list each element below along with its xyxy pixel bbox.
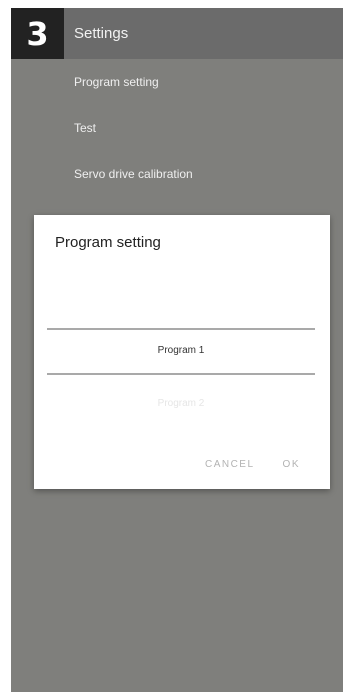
app-bar: 3 Settings xyxy=(11,8,343,59)
page-title: Settings xyxy=(74,25,129,42)
cancel-button[interactable]: CANCEL xyxy=(205,459,255,470)
program-setting-dialog: Program setting Program 1 Program 2 CANC… xyxy=(34,215,330,489)
step-number-badge: 3 xyxy=(11,8,64,59)
picker-divider-bottom xyxy=(47,373,315,375)
picker-divider-top xyxy=(47,328,315,330)
phone-screen: 3 Settings Program setting Test Servo dr… xyxy=(11,8,343,692)
picker-option-selected[interactable]: Program 1 xyxy=(47,345,315,356)
menu-item-program-setting[interactable]: Program setting xyxy=(11,59,343,105)
menu-item-servo-drive-calibration[interactable]: Servo drive calibration xyxy=(11,151,343,197)
program-picker[interactable]: Program 1 Program 2 xyxy=(47,319,315,419)
picker-option-next[interactable]: Program 2 xyxy=(47,398,315,409)
dialog-title: Program setting xyxy=(55,234,161,251)
dialog-actions: CANCEL OK xyxy=(205,459,300,470)
ok-button[interactable]: OK xyxy=(283,459,300,470)
menu-item-test[interactable]: Test xyxy=(11,105,343,151)
